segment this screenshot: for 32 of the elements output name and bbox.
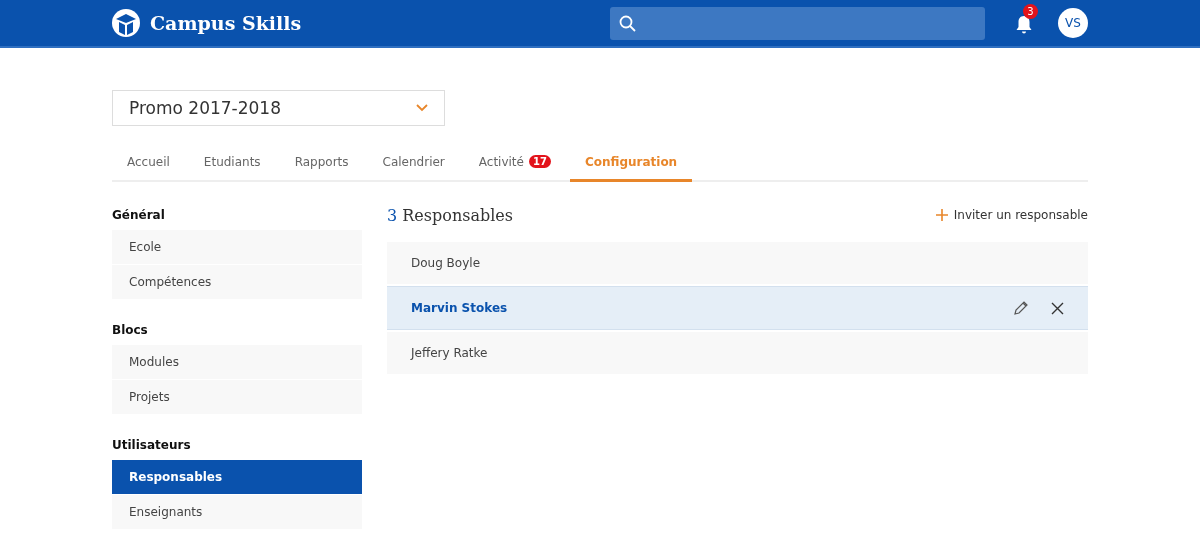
sidebar-item[interactable]: Enseignants <box>112 495 362 529</box>
search-icon <box>619 14 636 32</box>
nav-tab[interactable]: Calendrier <box>367 144 460 182</box>
nav-tab[interactable]: Activité 17 <box>463 144 566 182</box>
brand-name: Campus Skills <box>150 12 302 34</box>
sidebar-item[interactable]: Modules <box>112 345 362 379</box>
user-row[interactable]: Marvin Stokes <box>387 286 1088 330</box>
section-heading: Blocs <box>112 323 149 337</box>
sidebar-item[interactable]: Compétences <box>112 265 362 299</box>
nav-tab[interactable]: Etudiants <box>188 144 276 182</box>
count-badge: 17 <box>528 155 551 168</box>
logo-icon <box>112 9 140 37</box>
nav-tab[interactable]: Rapports <box>279 144 364 182</box>
sidebar-item[interactable]: Projets <box>112 380 362 414</box>
bell-icon[interactable] <box>1015 15 1033 35</box>
section-title: 3 Responsables <box>387 205 513 225</box>
user-row[interactable]: Jeffery Ratke <box>387 332 1088 374</box>
invite-button[interactable]: Inviter un responsable <box>935 208 1088 222</box>
search-field[interactable] <box>610 6 985 40</box>
close-icon[interactable] <box>1051 301 1064 315</box>
sidebar-item[interactable]: Ecole <box>112 230 362 264</box>
pencil-icon[interactable] <box>1013 300 1029 316</box>
nav-tab[interactable]: Accueil <box>112 144 185 182</box>
plus-icon <box>935 209 948 221</box>
user-row[interactable]: Doug Boyle <box>387 242 1088 284</box>
section-heading: Général <box>112 208 166 222</box>
user-avatar[interactable]: VS <box>1058 8 1088 38</box>
promo-dropdown[interactable]: Promo 2017-2018 <box>112 90 445 126</box>
chevron-down-icon <box>416 104 428 112</box>
section-heading: Utilisateurs <box>112 438 192 452</box>
notification-badge: 3 <box>1023 4 1038 19</box>
sidebar-item[interactable]: Responsables <box>112 460 362 494</box>
